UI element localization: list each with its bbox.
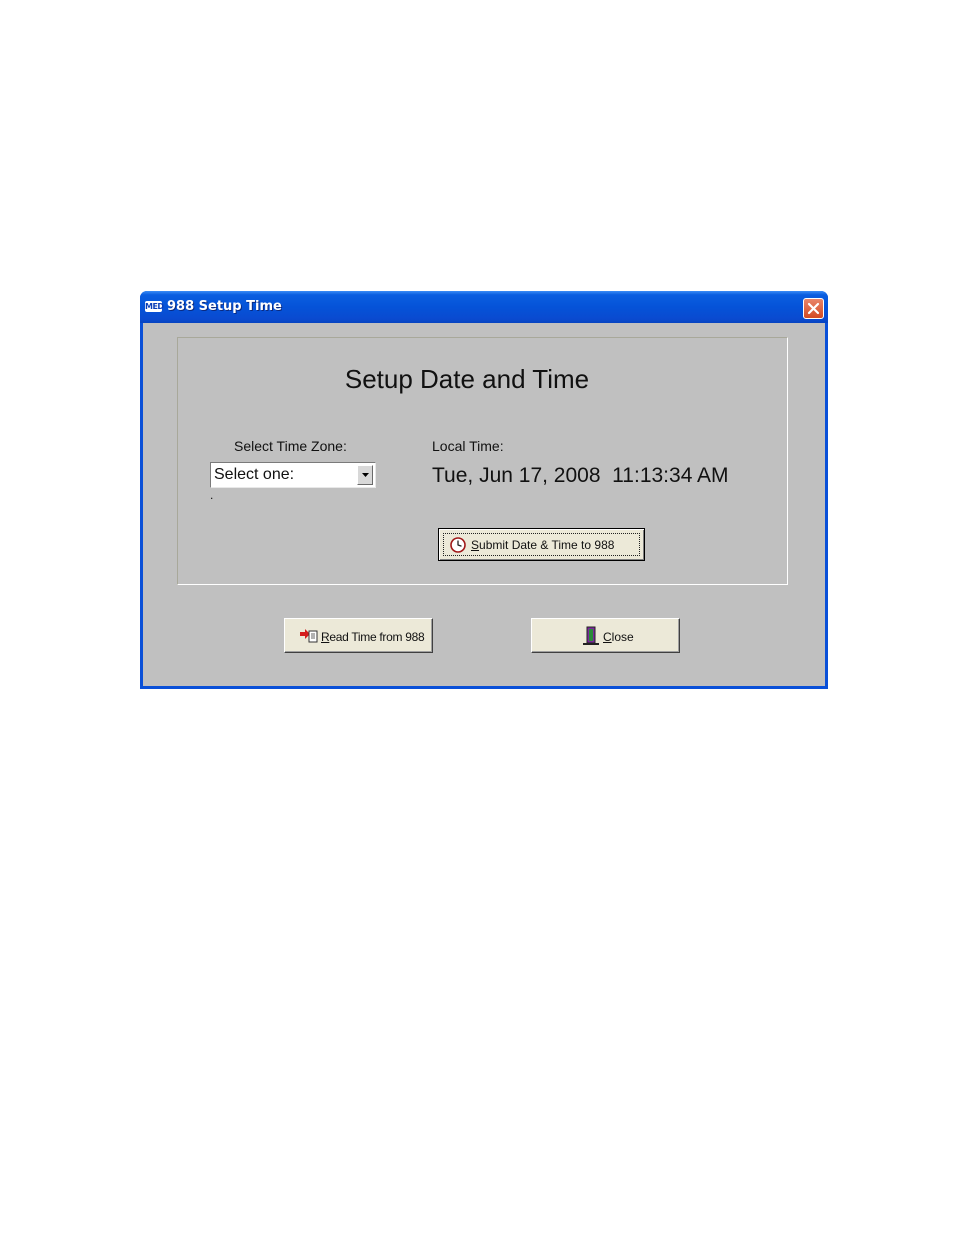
close-button[interactable]: Close — [531, 618, 680, 653]
window-client-area: Setup Date and Time Select Time Zone: Se… — [143, 323, 825, 686]
title-bar[interactable]: MED 988 Setup Time — [140, 291, 828, 323]
window-title: 988 Setup Time — [167, 299, 282, 314]
close-icon — [807, 302, 820, 315]
submit-button-label: Submit Date & Time to 988 — [471, 538, 615, 552]
read-time-button[interactable]: Read Time from 988 — [284, 618, 433, 653]
time-zone-dropdown-button[interactable] — [357, 465, 373, 485]
read-device-icon — [300, 629, 318, 643]
setup-time-window: MED 988 Setup Time Setup Date and Time S… — [140, 291, 828, 689]
window-close-button[interactable] — [803, 298, 824, 319]
submit-date-time-button[interactable]: Submit Date & Time to 988 — [438, 528, 645, 561]
time-zone-note: . — [210, 488, 214, 502]
chevron-down-icon — [362, 473, 369, 477]
local-time-value: Tue, Jun 17, 2008 11:13:34 AM — [432, 464, 729, 487]
time-zone-select[interactable]: Select one: — [210, 462, 376, 488]
door-exit-icon — [583, 626, 599, 645]
time-zone-selected-value: Select one: — [214, 466, 295, 483]
clock-icon — [450, 537, 466, 553]
local-time-label: Local Time: — [432, 438, 504, 454]
time-zone-label: Select Time Zone: — [234, 438, 347, 454]
app-logo-icon: MED — [145, 301, 164, 312]
page-title: Setup Date and Time — [344, 364, 590, 394]
date-time-group: Setup Date and Time Select Time Zone: Se… — [177, 337, 788, 585]
close-button-label: Close — [603, 630, 634, 644]
read-button-label: Read Time from 988 — [321, 630, 425, 644]
